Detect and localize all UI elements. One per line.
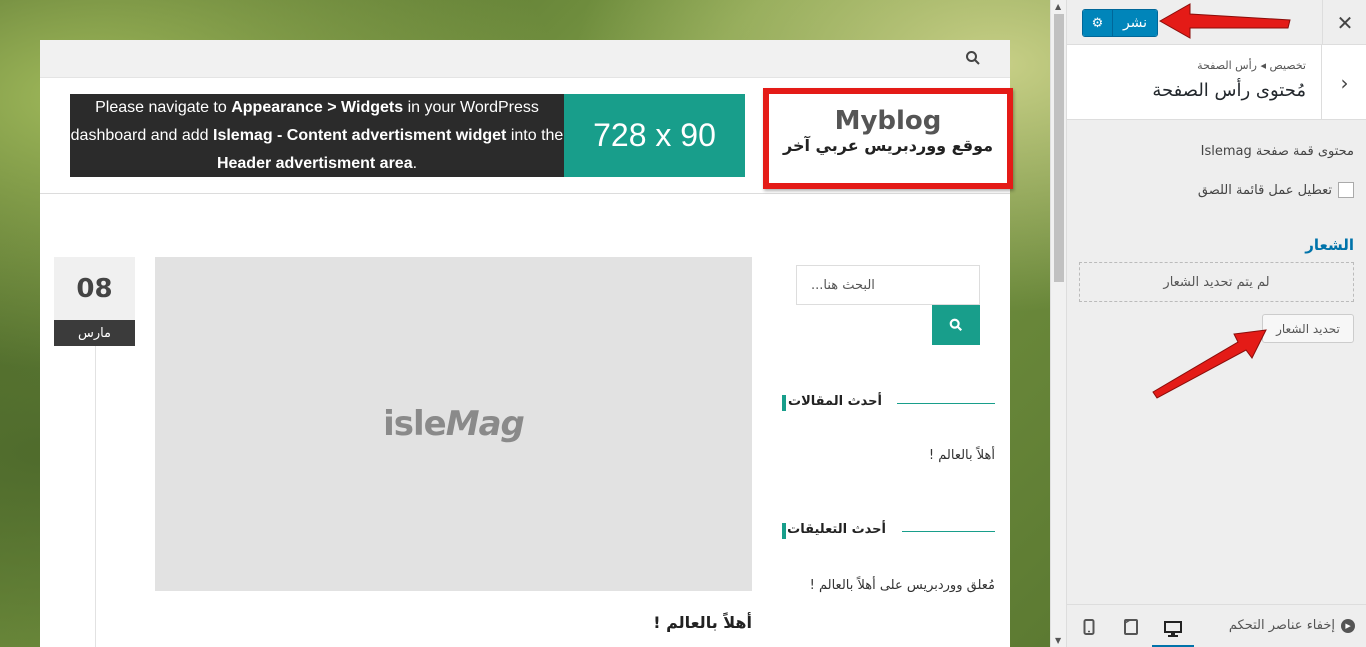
scroll-down-arrow[interactable]: ▼ <box>1055 636 1061 645</box>
header-ad-banner[interactable]: Please navigate to Appearance > Widgets … <box>70 94 745 177</box>
post-date-month: مارس <box>54 320 135 346</box>
post-title[interactable]: أهلاً بالعالم ! <box>460 613 752 632</box>
tablet-icon <box>1124 619 1138 635</box>
widget-title-bar <box>782 395 786 411</box>
desktop-icon <box>1164 621 1182 637</box>
mobile-icon <box>1083 619 1095 635</box>
timeline-divider <box>95 346 96 647</box>
widget-title-recent-comments: أحدث التعليقات <box>782 522 995 539</box>
widget-title-line <box>897 403 995 404</box>
tablet-preview-button[interactable] <box>1117 613 1145 641</box>
search-icon <box>949 318 963 332</box>
featured-image-placeholder[interactable]: isleMag <box>155 257 752 591</box>
close-icon: ✕ <box>1336 10 1354 35</box>
gear-icon: ⚙ <box>1091 15 1104 31</box>
ad-size-label: 728 x 90 <box>564 94 745 177</box>
post-date-day: 08 <box>54 257 135 320</box>
publish-button-group: ⚙ نشر <box>1082 9 1158 37</box>
hide-controls-label: إخفاء عناصر التحكم <box>1228 618 1335 633</box>
section-header: تخصيص ◂ رأس الصفحة مُحتوى رأس الصفحة › <box>1067 45 1366 120</box>
widget-title-text: أحدث التعليقات <box>787 522 886 537</box>
control-label: محتوى قمة صفحة Islemag <box>1200 144 1354 159</box>
breadcrumb: تخصيص ◂ رأس الصفحة <box>1197 59 1306 72</box>
sidebar-search-button[interactable] <box>932 305 980 345</box>
sticky-menu-checkbox[interactable] <box>1338 182 1354 198</box>
scroll-up-arrow[interactable]: ▲ <box>1055 2 1061 11</box>
chevron-right-icon: › <box>1340 70 1349 95</box>
widget-title-recent-posts: أحدث المقالات <box>782 394 995 411</box>
publish-button[interactable]: نشر <box>1113 10 1157 36</box>
site-topbar <box>40 40 1010 78</box>
logo-placeholder: لم يتم تحديد الشعار <box>1079 262 1354 302</box>
play-icon: ▶ <box>1341 618 1355 633</box>
ad-instructions-text: Please navigate to Appearance > Widgets … <box>70 99 564 172</box>
select-logo-button[interactable]: تحديد الشعار <box>1262 314 1354 343</box>
back-button[interactable]: › <box>1321 45 1366 120</box>
section-title: مُحتوى رأس الصفحة <box>1152 80 1306 101</box>
site-preview: Please navigate to Appearance > Widgets … <box>40 40 1013 647</box>
sticky-menu-label[interactable]: تعطيل عمل قائمة اللصق <box>1198 183 1332 198</box>
site-logo[interactable]: Myblog موقع ووردبريس عربي آخر <box>763 88 1013 189</box>
sticky-menu-option: تعطيل عمل قائمة اللصق <box>1198 182 1354 198</box>
mobile-preview-button[interactable] <box>1075 613 1103 641</box>
site-title: Myblog <box>834 106 942 136</box>
desktop-preview-button[interactable] <box>1152 613 1194 647</box>
widget-title-text: أحدث المقالات <box>788 394 882 409</box>
customizer-footer: ▶ إخفاء عناصر التحكم <box>1067 604 1366 647</box>
recent-comment-link[interactable]: مُعلق ووردبريس على أهلاً بالعالم ! <box>810 578 995 593</box>
hide-controls-button[interactable]: ▶ إخفاء عناصر التحكم <box>1229 618 1355 633</box>
widget-title-bar <box>782 523 786 539</box>
recent-post-link[interactable]: أهلاً بالعالم ! <box>929 448 995 463</box>
site-header: Please navigate to Appearance > Widgets … <box>40 79 1013 194</box>
logo-section-heading: الشعار <box>1305 236 1354 254</box>
preview-scrollbar[interactable]: ▲ ▼ <box>1050 0 1066 647</box>
scrollbar-thumb[interactable] <box>1054 14 1064 282</box>
site-tagline: موقع ووردبريس عربي آخر <box>783 136 993 155</box>
islemag-logo: isleMag <box>383 404 525 444</box>
customizer-panel: ⚙ نشر ✕ تخصيص ◂ رأس الصفحة مُحتوى رأس ال… <box>1066 0 1366 647</box>
sidebar-search-input[interactable]: البحث هنا... <box>796 265 980 305</box>
close-button[interactable]: ✕ <box>1322 0 1366 45</box>
customizer-header: ⚙ نشر ✕ <box>1067 0 1366 45</box>
widget-title-line <box>902 531 995 532</box>
search-icon[interactable] <box>965 50 981 66</box>
publish-settings-button[interactable]: ⚙ <box>1083 10 1113 36</box>
